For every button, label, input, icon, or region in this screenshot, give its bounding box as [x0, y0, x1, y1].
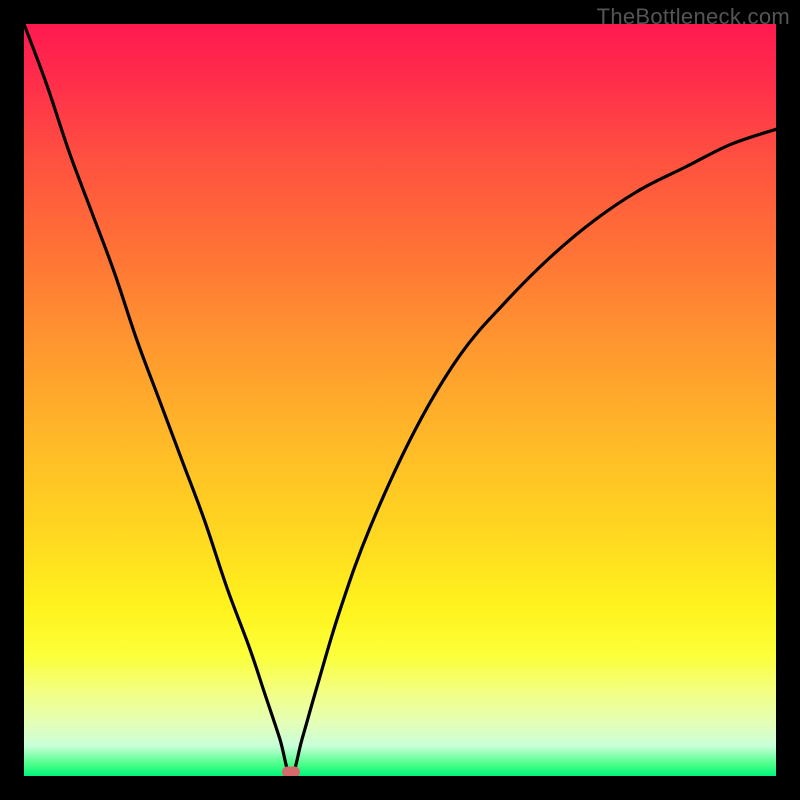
- chart-stage: TheBottleneck.com: [0, 0, 800, 800]
- vertex-marker-icon: [282, 767, 300, 777]
- plot-area: [24, 24, 776, 776]
- curve-svg: [24, 24, 776, 776]
- bottleneck-curve: [24, 24, 776, 776]
- watermark-text: TheBottleneck.com: [597, 4, 790, 30]
